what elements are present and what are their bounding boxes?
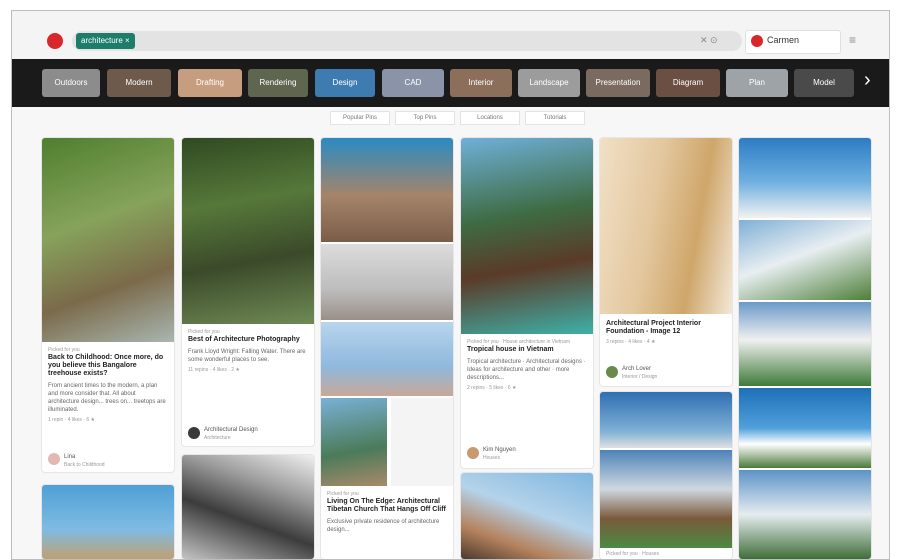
guide-outdoors[interactable]: Outdoors <box>42 69 100 97</box>
pin-image[interactable] <box>182 138 314 324</box>
pin-image[interactable] <box>739 302 871 386</box>
pin-image[interactable] <box>739 138 871 218</box>
board-name[interactable]: Architecture <box>204 435 231 441</box>
guide-cad[interactable]: CAD <box>382 69 444 97</box>
pin-stats: 3 repins · 4 likes · 4 ★ <box>606 339 656 345</box>
board-name[interactable]: Interior / Design <box>622 374 657 380</box>
pin-image[interactable] <box>600 392 732 448</box>
pin-card[interactable]: Picked for you Best of Architecture Phot… <box>182 138 314 446</box>
guide-plan[interactable]: Plan <box>726 69 788 97</box>
filter-popular[interactable]: Popular Pins <box>330 111 390 125</box>
guide-landscape[interactable]: Landscape <box>518 69 580 97</box>
pin-card[interactable] <box>739 138 871 559</box>
filter-top[interactable]: Top Pins <box>395 111 455 125</box>
menu-icon[interactable]: ≡ <box>849 33 856 47</box>
pin-title[interactable]: Living On The Edge: Architectural Tibeta… <box>327 498 447 514</box>
filter-tabs: Popular Pins Top Pins Locations Tutorial… <box>12 111 889 125</box>
pin-description: From ancient times to the modern, a plan… <box>48 383 166 413</box>
pin-source: Picked for you <box>48 347 80 353</box>
pin-source: Picked for you <box>188 329 220 335</box>
pin-image[interactable] <box>461 473 593 559</box>
pin-source: Picked for you · Houses <box>606 551 660 557</box>
pinner-name[interactable]: Lina <box>64 454 75 460</box>
pin-image[interactable] <box>321 398 387 486</box>
username-label[interactable]: Carmen <box>767 35 799 45</box>
pinner-avatar[interactable] <box>48 453 60 465</box>
guide-drafting[interactable]: Drafting <box>178 69 242 97</box>
pin-card[interactable] <box>461 473 593 559</box>
pin-description: Frank Lloyd Wright: Falling Water. There… <box>188 349 306 363</box>
avatar[interactable] <box>751 35 763 47</box>
guide-modern[interactable]: Modern <box>107 69 171 97</box>
chevron-right-icon[interactable]: › <box>864 69 871 92</box>
pin-title[interactable]: Architectural Project Interior Foundatio… <box>606 320 726 336</box>
pin-stats: 2 repins · 5 likes · 6 ★ <box>467 385 517 391</box>
pin-description: Exclusive private residence of architect… <box>327 519 440 533</box>
search-clear-icon[interactable]: ✕ ⊙ <box>700 35 718 46</box>
pin-card[interactable] <box>182 455 314 559</box>
pin-card[interactable]: Picked for you Back to Childhood: Once m… <box>42 138 174 472</box>
filter-locations[interactable]: Locations <box>460 111 520 125</box>
board-name[interactable]: Houses <box>483 455 500 461</box>
pin-image[interactable] <box>321 138 453 242</box>
guide-design[interactable]: Design <box>315 69 375 97</box>
pin-card[interactable]: Picked for you · Houses <box>600 392 732 559</box>
search-input[interactable] <box>72 31 742 51</box>
guide-model[interactable]: Model <box>794 69 854 97</box>
pin-image[interactable] <box>600 450 732 548</box>
pinner-avatar[interactable] <box>188 427 200 439</box>
pin-card[interactable]: Picked for you · House architecture in V… <box>461 138 593 468</box>
pinterest-logo-icon[interactable] <box>47 33 63 49</box>
search-token-architecture[interactable]: architecture × <box>76 33 135 49</box>
guide-rendering[interactable]: Rendering <box>248 69 308 97</box>
pinner-avatar[interactable] <box>606 366 618 378</box>
pin-image[interactable] <box>461 138 593 334</box>
pin-source: Picked for you <box>327 491 359 497</box>
board-name[interactable]: Back to Childhood <box>64 462 105 468</box>
pinner-name[interactable]: Architectural Design <box>204 427 258 433</box>
pinner-name[interactable]: Kim Nguyen <box>483 447 516 453</box>
pin-image[interactable] <box>391 398 453 486</box>
pin-image[interactable] <box>321 244 453 320</box>
guide-interior[interactable]: Interior <box>450 69 512 97</box>
pin-image[interactable] <box>42 138 174 342</box>
pin-image[interactable] <box>739 470 871 559</box>
pin-title[interactable]: Back to Childhood: Once more, do you bel… <box>48 354 168 378</box>
pinner-avatar[interactable] <box>467 447 479 459</box>
top-bar: architecture × ✕ ⊙ Carmen ≡ <box>12 11 889 59</box>
pin-card[interactable] <box>42 485 174 559</box>
pin-source: Picked for you · House architecture in V… <box>467 339 571 345</box>
guided-search-bar: Outdoors Modern Drafting Rendering Desig… <box>12 59 889 107</box>
pin-title[interactable]: Best of Architecture Photography <box>188 336 308 344</box>
guide-presentation[interactable]: Presentation <box>586 69 650 97</box>
pinterest-window: architecture × ✕ ⊙ Carmen ≡ Outdoors Mod… <box>11 10 890 560</box>
pin-image[interactable] <box>600 138 732 314</box>
guide-diagram[interactable]: Diagram <box>656 69 720 97</box>
pin-title[interactable]: Tropical house in Vietnam <box>467 346 587 354</box>
pin-image[interactable] <box>739 388 871 468</box>
pin-image[interactable] <box>42 485 174 559</box>
filter-tutorials[interactable]: Tutorials <box>525 111 585 125</box>
pinner-name[interactable]: Arch Lover <box>622 366 651 372</box>
pin-stats: 1 repin · 4 likes · 6 ★ <box>48 417 95 423</box>
pin-stats: 11 repins · 4 likes · 2 ★ <box>188 367 240 373</box>
pin-image[interactable] <box>739 220 871 300</box>
pin-card[interactable]: Picked for you Living On The Edge: Archi… <box>321 138 453 559</box>
pin-image[interactable] <box>182 455 314 559</box>
pin-image[interactable] <box>321 322 453 396</box>
pin-description: Tropical architecture · Architectural de… <box>467 359 586 381</box>
pin-card[interactable]: Architectural Project Interior Foundatio… <box>600 138 732 386</box>
